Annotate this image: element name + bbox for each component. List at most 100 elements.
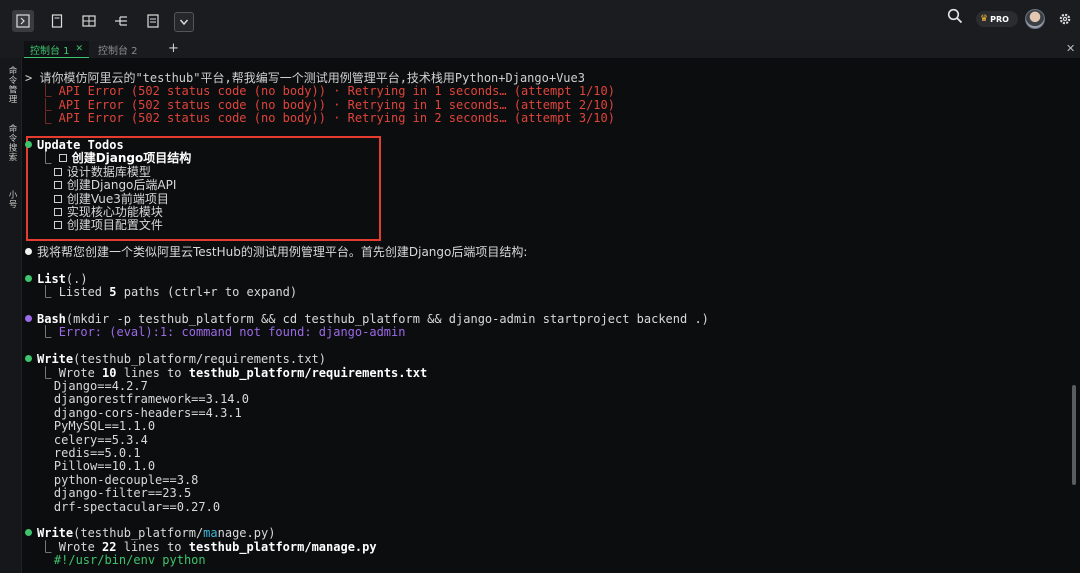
tool-name: Write bbox=[37, 352, 74, 367]
file-text: Django==4.2.7 bbox=[53, 378, 148, 393]
tab-label: 控制台 1 bbox=[30, 45, 70, 57]
todo-item: ⎿ 创建Django项目结构 bbox=[25, 151, 192, 166]
list-icon bbox=[147, 14, 159, 28]
file-line: PyMySQL==1.1.0 bbox=[25, 419, 1065, 434]
dropdown-button[interactable] bbox=[174, 12, 194, 32]
message-text: 我将帮您创建一个类似阿里云TestHub的测试用例管理平台。首先创建Django… bbox=[37, 245, 528, 260]
result-text: Listed bbox=[58, 285, 110, 300]
file-line: Pillow==10.1.0 bbox=[25, 460, 1065, 473]
todo-label: 创建Django后端API bbox=[66, 178, 177, 193]
checkbox bbox=[58, 154, 67, 163]
todo-item: 创建Vue3前端项目 bbox=[25, 192, 1065, 206]
tool-arg: (.) bbox=[65, 271, 88, 286]
search-icon bbox=[947, 8, 963, 24]
file-text: redis==5.0.1 bbox=[53, 445, 141, 460]
tool-arg-highlight: ma bbox=[203, 526, 218, 541]
todo-item: 创建Django后端API bbox=[25, 178, 1065, 193]
status-dot bbox=[25, 274, 32, 282]
result-file: testhub_platform/requirements.txt bbox=[188, 365, 428, 380]
terminal-output[interactable]: > 请你模仿阿里云的"testhub"平台,帮我编写一个测试用例管理平台,技术栈… bbox=[25, 64, 1065, 567]
result-text: Wrote bbox=[58, 365, 103, 380]
tree-icon bbox=[115, 16, 127, 26]
gear-icon bbox=[1059, 13, 1071, 25]
assistant-message: 我将帮您创建一个类似阿里云TestHub的测试用例管理平台。首先创建Django… bbox=[25, 245, 1065, 260]
file-text: django-filter==23.5 bbox=[53, 486, 192, 501]
file-text: django-cors-headers==4.3.1 bbox=[53, 405, 242, 420]
write-call: Write(testhub_platform/requirements.txt) bbox=[25, 353, 1065, 366]
grid-icon bbox=[82, 15, 96, 27]
file-line: redis==5.0.1 bbox=[25, 445, 1065, 460]
checkbox bbox=[53, 181, 62, 190]
error-text: Error: (eval):1: command not found: djan… bbox=[58, 325, 406, 340]
search-button[interactable] bbox=[947, 8, 963, 28]
file-text: celery==5.3.4 bbox=[53, 432, 148, 447]
rail-item-command-manage[interactable]: 命令管理 bbox=[4, 66, 18, 104]
grid-button[interactable] bbox=[78, 10, 100, 32]
list-result: ⎿ Listed 5 paths (ctrl+r to expand) bbox=[25, 285, 298, 300]
error-line: ⎿ API Error (502 status code (no body)) … bbox=[25, 84, 615, 99]
write-call: Write(testhub_platform/manage.py) bbox=[25, 527, 1065, 540]
todo-item: 实现核心功能模块 bbox=[25, 205, 1065, 219]
top-toolbar: ♛ PRO bbox=[0, 0, 1080, 41]
file-text: #!/usr/bin/env python bbox=[53, 553, 206, 568]
tree-button[interactable] bbox=[110, 10, 132, 32]
tab-bar: 控制台 1 ✕ 控制台 2 + ✕ bbox=[0, 41, 1080, 58]
result-text: lines to bbox=[116, 365, 189, 380]
tab-console-1[interactable]: 控制台 1 ✕ bbox=[24, 41, 90, 58]
result-count: 22 bbox=[102, 539, 117, 554]
status-dot bbox=[25, 315, 32, 323]
status-dot bbox=[25, 529, 32, 537]
tool-name: Bash bbox=[37, 312, 66, 327]
result-text: Wrote bbox=[58, 539, 103, 554]
todo-item: 设计数据库模型 bbox=[25, 164, 1065, 179]
result-count: 10 bbox=[102, 365, 117, 380]
bash-error: ⎿ Error: (eval):1: command not found: dj… bbox=[25, 325, 406, 340]
write-result: ⎿ Wrote 10 lines to testhub_platform/req… bbox=[25, 365, 428, 380]
file-text: djangorestframework==3.14.0 bbox=[53, 392, 249, 407]
checkbox bbox=[53, 167, 62, 176]
left-rail: 命令管理 命令搜索 小号 bbox=[0, 58, 22, 573]
tab-console-2[interactable]: 控制台 2 bbox=[92, 41, 144, 58]
file-text: Pillow==10.1.0 bbox=[53, 459, 156, 474]
error-line: ⎿ API Error (502 status code (no body)) … bbox=[25, 111, 615, 126]
rail-item-small[interactable]: 小号 bbox=[4, 190, 18, 209]
file-line: django-filter==23.5 bbox=[25, 486, 1065, 501]
status-dot bbox=[25, 355, 32, 363]
tool-arg: (mkdir -p testhub_platform && cd testhub… bbox=[65, 312, 709, 327]
avatar[interactable] bbox=[1025, 9, 1045, 29]
add-tab-button[interactable]: + bbox=[168, 41, 179, 58]
pro-label: PRO bbox=[990, 14, 1009, 24]
file-text: drf-spectacular==0.27.0 bbox=[53, 499, 221, 514]
close-panel-button[interactable]: ✕ bbox=[1066, 42, 1075, 55]
file-line: celery==5.3.4 bbox=[25, 432, 1065, 447]
scrollbar[interactable] bbox=[1072, 385, 1076, 485]
file-line: drf-spectacular==0.27.0 bbox=[25, 499, 1065, 514]
settings-button[interactable] bbox=[1058, 11, 1072, 30]
tool-name: Write bbox=[37, 526, 74, 541]
file-line: djangorestframework==3.14.0 bbox=[25, 393, 1065, 406]
terminal-button[interactable] bbox=[12, 10, 34, 32]
document-icon bbox=[51, 14, 63, 28]
pro-badge[interactable]: ♛ PRO bbox=[976, 11, 1018, 27]
todo-label: 创建Django项目结构 bbox=[71, 151, 192, 166]
write-result: ⎿ Wrote 22 lines to testhub_platform/man… bbox=[25, 539, 377, 554]
file-text: python-decouple==3.8 bbox=[53, 472, 199, 487]
todos-title: Update Todos bbox=[37, 137, 124, 152]
tool-name: List bbox=[37, 271, 66, 286]
todo-label: 设计数据库模型 bbox=[66, 164, 151, 179]
result-file: testhub_platform/manage.py bbox=[188, 539, 377, 554]
file-text: PyMySQL==1.1.0 bbox=[53, 419, 156, 434]
checkbox bbox=[53, 194, 62, 203]
document-button[interactable] bbox=[46, 10, 68, 32]
file-line: Django==4.2.7 bbox=[25, 378, 1065, 393]
todo-label: 创建项目配置文件 bbox=[66, 218, 163, 233]
close-icon[interactable]: ✕ bbox=[76, 44, 84, 54]
file-line: python-decouple==3.8 bbox=[25, 472, 1065, 487]
file-line: django-cors-headers==4.3.1 bbox=[25, 405, 1065, 420]
terminal-icon bbox=[16, 14, 30, 28]
todo-item: 创建项目配置文件 bbox=[25, 219, 1065, 232]
list-button[interactable] bbox=[142, 10, 164, 32]
tool-arg: (testhub_platform/requirements.txt) bbox=[73, 352, 326, 367]
rail-item-command-search[interactable]: 命令搜索 bbox=[4, 124, 18, 162]
status-dot bbox=[25, 248, 32, 256]
